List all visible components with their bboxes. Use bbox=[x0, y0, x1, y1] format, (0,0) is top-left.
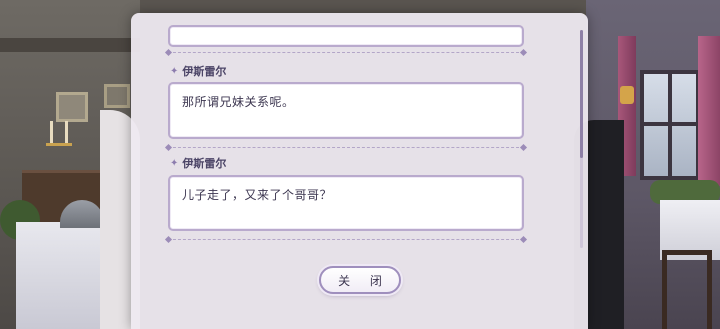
background-window bbox=[640, 70, 700, 180]
background-chair bbox=[662, 250, 712, 329]
background-curtain bbox=[698, 36, 720, 186]
close-button-label: 关 闭 bbox=[338, 273, 390, 288]
speaker-name: 伊斯雷尔 bbox=[182, 157, 227, 170]
close-button[interactable]: 关 闭 bbox=[319, 266, 401, 294]
sparkle-icon: ✦ bbox=[170, 65, 179, 77]
entry-divider bbox=[168, 239, 524, 240]
dialog-entry-speaker: ✦ 伊斯雷尔 bbox=[170, 155, 226, 171]
background-picture-frame bbox=[104, 84, 130, 108]
background-candelabra bbox=[46, 118, 72, 146]
log-scrollbar-thumb[interactable] bbox=[580, 30, 583, 158]
dialog-entry-text: 那所谓兄妹关系呢。 bbox=[182, 95, 295, 109]
dialog-entry-text: 儿子走了，又来了个哥哥？ bbox=[182, 188, 333, 202]
background-wall-lamp bbox=[620, 86, 634, 104]
dialog-entry-box bbox=[168, 25, 524, 47]
background-ceiling-beam bbox=[0, 38, 140, 52]
dialog-entry-speaker: ✦ 伊斯雷尔 bbox=[170, 63, 226, 79]
speaker-name: 伊斯雷尔 bbox=[182, 65, 227, 78]
sparkle-icon: ✦ bbox=[170, 157, 179, 169]
dialog-entry-box: 那所谓兄妹关系呢。 bbox=[168, 82, 524, 139]
entry-divider bbox=[168, 52, 524, 53]
dialog-entry-box: 儿子走了，又来了个哥哥？ bbox=[168, 175, 524, 231]
entry-divider bbox=[168, 147, 524, 148]
